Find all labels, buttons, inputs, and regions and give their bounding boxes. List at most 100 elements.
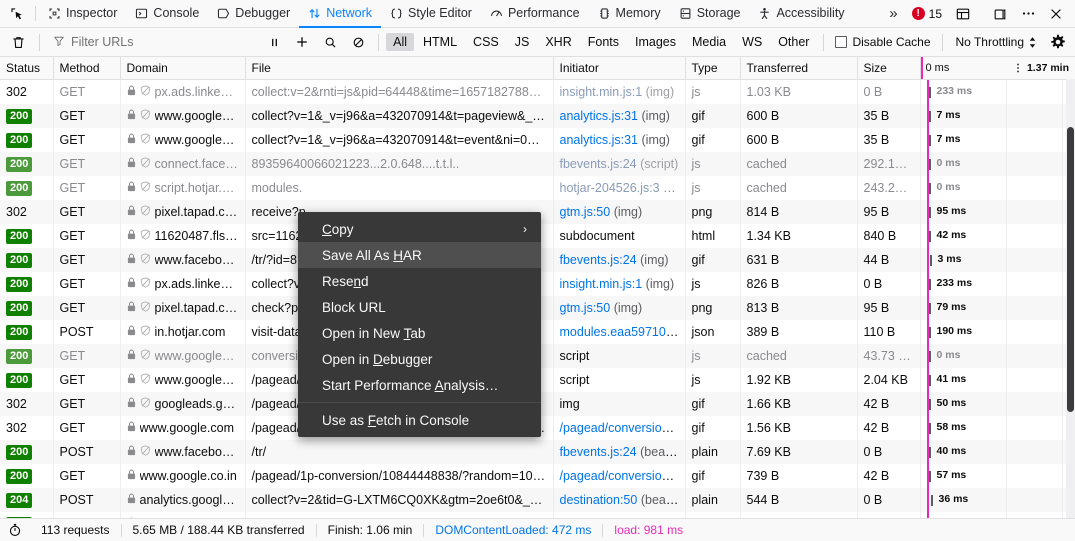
initiator-source[interactable]: gtm.js:50 xyxy=(560,205,611,219)
filter-html[interactable]: HTML xyxy=(416,33,464,51)
column-header-type[interactable]: Type xyxy=(685,57,741,80)
cell-size: 43.73 KB xyxy=(857,344,921,368)
cell-type: gif xyxy=(685,248,741,272)
initiator-source[interactable]: /pagead/conversion… xyxy=(560,421,682,435)
gear-icon[interactable] xyxy=(1045,30,1071,54)
cell-waterfall: 7 ms xyxy=(920,128,1075,152)
tab-storage[interactable]: Storage xyxy=(670,0,750,28)
initiator-source[interactable]: fbevents.js:24 xyxy=(560,253,637,267)
initiator-source[interactable]: modules.eaa59710f… xyxy=(560,325,682,339)
menu-item-open-in-new-tab[interactable]: Open in New Tab xyxy=(298,320,541,346)
waterfall-menu-icon[interactable]: ⋮ xyxy=(1013,63,1023,73)
search-icon[interactable] xyxy=(317,31,343,53)
vertical-scrollbar[interactable] xyxy=(1066,79,1075,518)
table-row[interactable]: 200 GET www.google-… collect?v=1&_v=j96&a=4… xyxy=(0,128,1075,152)
pause-icon[interactable] xyxy=(261,31,287,53)
table-row[interactable]: 200 GET www.google.co.in/pagead/1p-convers… xyxy=(0,464,1075,488)
clear-requests-button[interactable] xyxy=(4,30,32,54)
initiator-source[interactable]: insight.min.js:1 xyxy=(560,85,643,99)
filter-all[interactable]: All xyxy=(386,33,415,51)
filter-images[interactable]: Images xyxy=(628,33,683,51)
cell-domain: px.ads.linkedi… xyxy=(120,79,246,104)
devtools-tabs: Inspector Console Debugger Network Style Edi… xyxy=(39,0,881,28)
plus-icon[interactable] xyxy=(289,31,315,53)
filter-urls-input[interactable]: Filter URLs xyxy=(47,31,259,53)
disable-cache-checkbox[interactable]: Disable Cache xyxy=(831,35,934,49)
shield-blocked-icon xyxy=(140,229,151,243)
meatball-menu-icon[interactable] xyxy=(1015,1,1041,27)
column-header-method[interactable]: Method xyxy=(53,57,121,80)
tab-console[interactable]: Console xyxy=(126,0,208,28)
filter-xhr[interactable]: XHR xyxy=(538,33,578,51)
throttling-dropdown[interactable]: No Throttling xyxy=(950,35,1043,49)
column-header-size[interactable]: Size xyxy=(857,57,921,80)
waterfall-time-label: 7 ms xyxy=(936,133,961,145)
column-header-waterfall[interactable]: 0 ms ⋮ 1.37 min xyxy=(920,57,1075,80)
table-row[interactable]: 200 GET connect.faceb… 89359640066021223...… xyxy=(0,152,1075,176)
block-icon[interactable] xyxy=(345,31,371,53)
menu-item-start-performance-analysis[interactable]: Start Performance Analysis… xyxy=(298,372,541,398)
waterfall-gridline xyxy=(1005,512,1007,518)
tab-debugger[interactable]: Debugger xyxy=(208,0,299,28)
cell-domain: pixel.tapad.com xyxy=(120,296,246,320)
table-row[interactable]: 200 POST www.faceboo… /tr/fbevents.js:24 (b… xyxy=(0,440,1075,464)
lock-icon xyxy=(127,229,136,243)
initiator-source[interactable]: /pagead/conversion… xyxy=(560,469,682,483)
tab-network[interactable]: Network xyxy=(299,0,382,28)
tabs-overflow-button[interactable]: » xyxy=(881,0,905,27)
status-badge: 200 xyxy=(6,253,33,268)
cell-file: collect?v=1&_v=j96&a=432070914&t=pagevie… xyxy=(245,104,554,128)
table-row[interactable]: 200 GET www.google-… collect?v=1&_v=j96&a=4… xyxy=(0,104,1075,128)
filter-media[interactable]: Media xyxy=(685,33,733,51)
initiator-source[interactable]: leadflows.js:1 xyxy=(560,517,635,518)
cell-size: 0 B xyxy=(857,440,921,464)
lock-icon xyxy=(127,133,136,147)
menu-item-use-as-fetch-in-console[interactable]: Use as Fetch in Console xyxy=(298,407,541,433)
shield-blocked-icon xyxy=(140,445,151,459)
initiator-source[interactable]: fbevents.js:24 xyxy=(560,445,637,459)
scrollbar-thumb[interactable] xyxy=(1067,127,1074,412)
column-header-initiator[interactable]: Initiator xyxy=(553,57,686,80)
table-row[interactable]: 204 POST analytics.google… collect?v=2&tid=… xyxy=(0,488,1075,512)
table-row[interactable]: 302 GET px.ads.linkedi… collect:v=2&rnti=js… xyxy=(0,79,1075,104)
initiator-source[interactable]: fbevents.js:24 xyxy=(560,157,637,171)
column-header-transferred[interactable]: Transferred xyxy=(740,57,858,80)
column-header-file[interactable]: File xyxy=(245,57,554,80)
initiator-source[interactable]: destination:50 xyxy=(560,493,638,507)
tab-performance[interactable]: Performance xyxy=(481,0,589,28)
waterfall-time-label: 50 ms xyxy=(936,397,967,409)
menu-item-resend[interactable]: Resend xyxy=(298,268,541,294)
initiator-source[interactable]: analytics.js:31 xyxy=(560,133,639,147)
error-count-badge[interactable]: ! 15 xyxy=(906,7,948,21)
table-row[interactable]: 200 GET forms.hubspot.com json?portalId=53&… xyxy=(0,512,1075,518)
column-header-domain[interactable]: Domain xyxy=(120,57,246,80)
cell-type: gif xyxy=(685,464,741,488)
dock-bottom-icon[interactable] xyxy=(950,1,976,27)
lock-icon xyxy=(127,517,136,518)
filter-fonts[interactable]: Fonts xyxy=(581,33,626,51)
filter-ws[interactable]: WS xyxy=(735,33,769,51)
filter-other[interactable]: Other xyxy=(771,33,816,51)
devtools-toolbar-right: ! 15 xyxy=(906,0,1073,27)
menu-item-block-url[interactable]: Block URL xyxy=(298,294,541,320)
menu-item-open-in-debugger[interactable]: Open in Debugger xyxy=(298,346,541,372)
tab-inspector[interactable]: Inspector xyxy=(39,0,126,28)
close-icon[interactable] xyxy=(1043,1,1069,27)
tab-style-editor[interactable]: Style Editor xyxy=(381,0,481,28)
initiator-source[interactable]: hotjar-204526.js:3 xyxy=(560,181,660,195)
filter-css[interactable]: CSS xyxy=(466,33,506,51)
dock-side-icon[interactable] xyxy=(987,1,1013,27)
element-picker-icon[interactable] xyxy=(2,0,32,28)
tab-memory[interactable]: Memory xyxy=(589,0,670,28)
initiator-source[interactable]: gtm.js:50 xyxy=(560,301,611,315)
waterfall-bar xyxy=(928,447,931,458)
initiator-source[interactable]: analytics.js:31 xyxy=(560,109,639,123)
table-row[interactable]: 200 GET script.hotjar.c… modules. hotjar-204… xyxy=(0,176,1075,200)
filter-js[interactable]: JS xyxy=(508,33,537,51)
tab-accessibility[interactable]: Accessibility xyxy=(749,0,853,28)
updown-arrows-icon xyxy=(1028,36,1037,49)
menu-item-copy[interactable]: Copy › xyxy=(298,216,541,242)
column-header-status[interactable]: Status xyxy=(0,57,54,80)
menu-item-save-all-as-har[interactable]: Save All As HAR xyxy=(298,242,541,268)
initiator-source[interactable]: insight.min.js:1 xyxy=(560,277,643,291)
